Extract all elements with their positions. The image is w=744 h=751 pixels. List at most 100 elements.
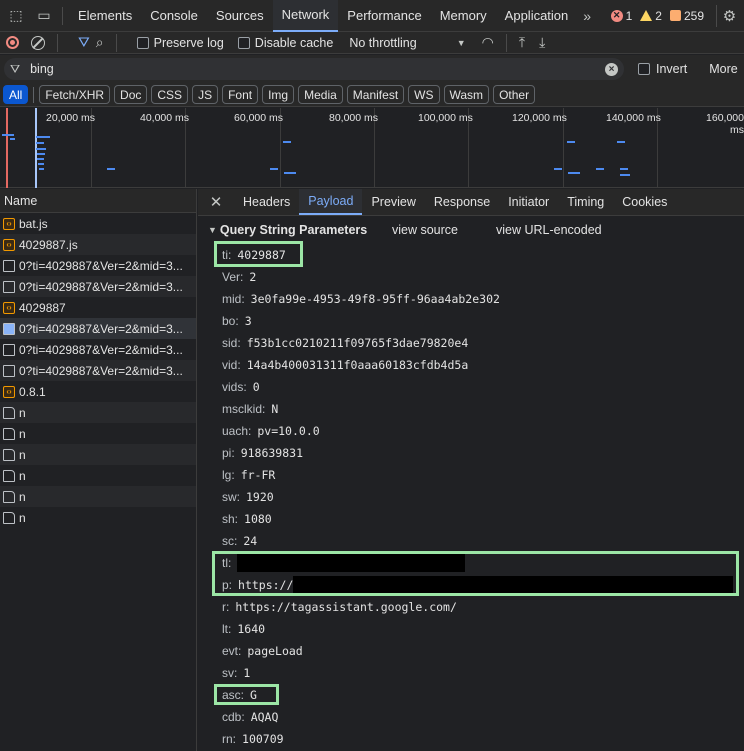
more-filters-button[interactable]: More — [709, 62, 737, 76]
param-value[interactable]: 1080 — [244, 512, 272, 526]
close-icon[interactable]: ✕ — [198, 189, 234, 215]
request-name: 4029887.js — [19, 237, 78, 252]
expand-triangle-icon[interactable]: ▼ — [208, 225, 217, 235]
filter-funnel-icon[interactable]: ⛛ — [78, 34, 90, 51]
search-icon[interactable]: ⌕ — [96, 34, 104, 51]
checkbox-box[interactable] — [237, 36, 250, 49]
param-value[interactable]: 1640 — [237, 622, 265, 636]
tab-headers[interactable]: Headers — [234, 189, 299, 215]
type-filter-ws[interactable]: WS — [408, 85, 440, 104]
tab-elements[interactable]: Elements — [69, 0, 141, 32]
type-filter-font[interactable]: Font — [222, 85, 259, 104]
param-value[interactable]: 1 — [243, 666, 250, 680]
tab-initiator[interactable]: Initiator — [499, 189, 558, 215]
request-row[interactable]: ‹› 0.8.1 — [0, 381, 196, 402]
tab-payload[interactable]: Payload — [299, 189, 363, 215]
request-row[interactable]: n — [0, 444, 196, 465]
tab-sources[interactable]: Sources — [207, 0, 273, 32]
record-stop-icon[interactable] — [6, 36, 19, 49]
settings-gear-icon[interactable]: ⚙ — [716, 4, 738, 27]
type-filter-fetch-xhr[interactable]: Fetch/XHR — [39, 85, 111, 104]
request-row[interactable]: 0?ti=4029887&Ver=2&mid=3... — [0, 318, 196, 339]
tab-performance[interactable]: Performance — [338, 0, 430, 32]
query-param-row: lt: 1640 — [222, 620, 265, 638]
request-row[interactable]: ‹› 4029887.js — [0, 234, 196, 255]
tab-cookies[interactable]: Cookies — [613, 189, 676, 215]
param-value[interactable]: 918639831 — [241, 446, 303, 460]
tab-memory[interactable]: Memory — [431, 0, 496, 32]
param-value[interactable]: 3e0fa99e-4953-49f8-95ff-96aa4ab2e302 — [251, 292, 500, 306]
error-count[interactable]: ✕ 1 — [610, 9, 632, 23]
tab-application[interactable]: Application — [496, 0, 578, 32]
param-value[interactable]: pv=10.0.0 — [257, 424, 319, 438]
export-har-download-icon[interactable]: ⤓ — [539, 34, 545, 51]
type-filter-other[interactable]: Other — [493, 85, 536, 104]
select-element-icon[interactable]: ⬚ — [4, 4, 28, 28]
param-value[interactable]: pageLoad — [247, 644, 302, 658]
type-filter-css[interactable]: CSS — [151, 85, 189, 104]
invert-label: Invert — [656, 62, 688, 76]
param-value[interactable]: 24 — [243, 534, 257, 548]
chevron-down-icon[interactable]: ▼ — [457, 38, 466, 48]
network-conditions-wifi-icon[interactable]: ◠ — [482, 34, 494, 51]
checkbox-box[interactable] — [136, 36, 149, 49]
request-row[interactable]: n — [0, 507, 196, 528]
request-bar — [39, 168, 44, 170]
param-value[interactable]: 0 — [253, 380, 260, 394]
import-har-upload-icon[interactable]: ⤒ — [519, 34, 525, 51]
param-key: vid: — [222, 358, 241, 372]
query-string-section-header[interactable]: ▼ Query String Parameters — [208, 223, 367, 237]
checkbox-box[interactable] — [638, 63, 650, 75]
warning-count[interactable]: 2 — [640, 9, 662, 23]
type-filter-media[interactable]: Media — [298, 85, 343, 104]
clear-icon[interactable] — [31, 35, 45, 50]
param-value[interactable]: f53b1cc0210211f09765f3dae79820e4 — [247, 336, 469, 350]
param-value[interactable]: AQAQ — [251, 710, 279, 724]
clear-filter-icon[interactable]: × — [605, 62, 618, 76]
param-value[interactable]: 2 — [249, 270, 256, 284]
column-header-name[interactable]: Name — [0, 189, 196, 213]
request-row[interactable]: 0?ti=4029887&Ver=2&mid=3... — [0, 339, 196, 360]
view-source-link[interactable]: view source — [392, 223, 458, 237]
tab-response[interactable]: Response — [425, 189, 499, 215]
request-row[interactable]: 0?ti=4029887&Ver=2&mid=3... — [0, 276, 196, 297]
device-toolbar-icon[interactable]: ▭ — [32, 4, 56, 28]
type-filter-doc[interactable]: Doc — [114, 85, 148, 104]
tab-preview[interactable]: Preview — [362, 189, 424, 215]
type-filter-js[interactable]: JS — [192, 85, 219, 104]
filter-input-value[interactable]: bing — [30, 62, 595, 76]
issue-counters[interactable]: ✕ 1 2 259 ⚙ — [610, 4, 744, 27]
request-row[interactable]: n — [0, 423, 196, 444]
view-url-encoded-link[interactable]: view URL-encoded — [496, 223, 602, 237]
preserve-log-checkbox[interactable]: Preserve log — [136, 36, 224, 50]
network-overview-timeline[interactable]: 20,000 ms 40,000 ms 60,000 ms 80,000 ms … — [0, 108, 744, 188]
tab-console[interactable]: Console — [141, 0, 207, 32]
request-row[interactable]: n — [0, 465, 196, 486]
type-filter-img[interactable]: Img — [262, 85, 295, 104]
throttling-select[interactable]: No throttling — [349, 36, 416, 50]
request-row[interactable]: ‹› 4029887 — [0, 297, 196, 318]
tab-network[interactable]: Network — [272, 0, 339, 32]
param-value[interactable]: 3 — [245, 314, 252, 328]
type-filter-all[interactable]: All — [3, 85, 29, 104]
request-row[interactable]: n — [0, 402, 196, 423]
more-tabs-chevron-icon[interactable]: » — [577, 8, 597, 24]
request-row[interactable]: ‹› bat.js — [0, 213, 196, 234]
request-row[interactable]: 0?ti=4029887&Ver=2&mid=3... — [0, 360, 196, 381]
param-value[interactable]: 100709 — [242, 732, 284, 746]
issues-count[interactable]: 259 — [669, 9, 704, 23]
request-bar — [37, 153, 45, 155]
param-value[interactable]: 1920 — [246, 490, 274, 504]
type-filter-wasm[interactable]: Wasm — [443, 85, 490, 104]
invert-checkbox[interactable]: Invert — [638, 62, 687, 76]
param-value[interactable]: 14a4b400031311f0aaa60183cfdb4d5a — [247, 358, 469, 372]
request-row[interactable]: n — [0, 486, 196, 507]
param-value[interactable]: https://tagassistant.google.com/ — [235, 600, 457, 614]
tab-timing[interactable]: Timing — [558, 189, 613, 215]
param-value[interactable]: N — [271, 402, 278, 416]
disable-cache-checkbox[interactable]: Disable cache — [237, 36, 333, 50]
request-row[interactable]: 0?ti=4029887&Ver=2&mid=3... — [0, 255, 196, 276]
param-value[interactable]: fr-FR — [241, 468, 276, 482]
type-filter-manifest[interactable]: Manifest — [346, 85, 405, 104]
filter-input[interactable]: ⛛ bing × — [4, 58, 624, 80]
